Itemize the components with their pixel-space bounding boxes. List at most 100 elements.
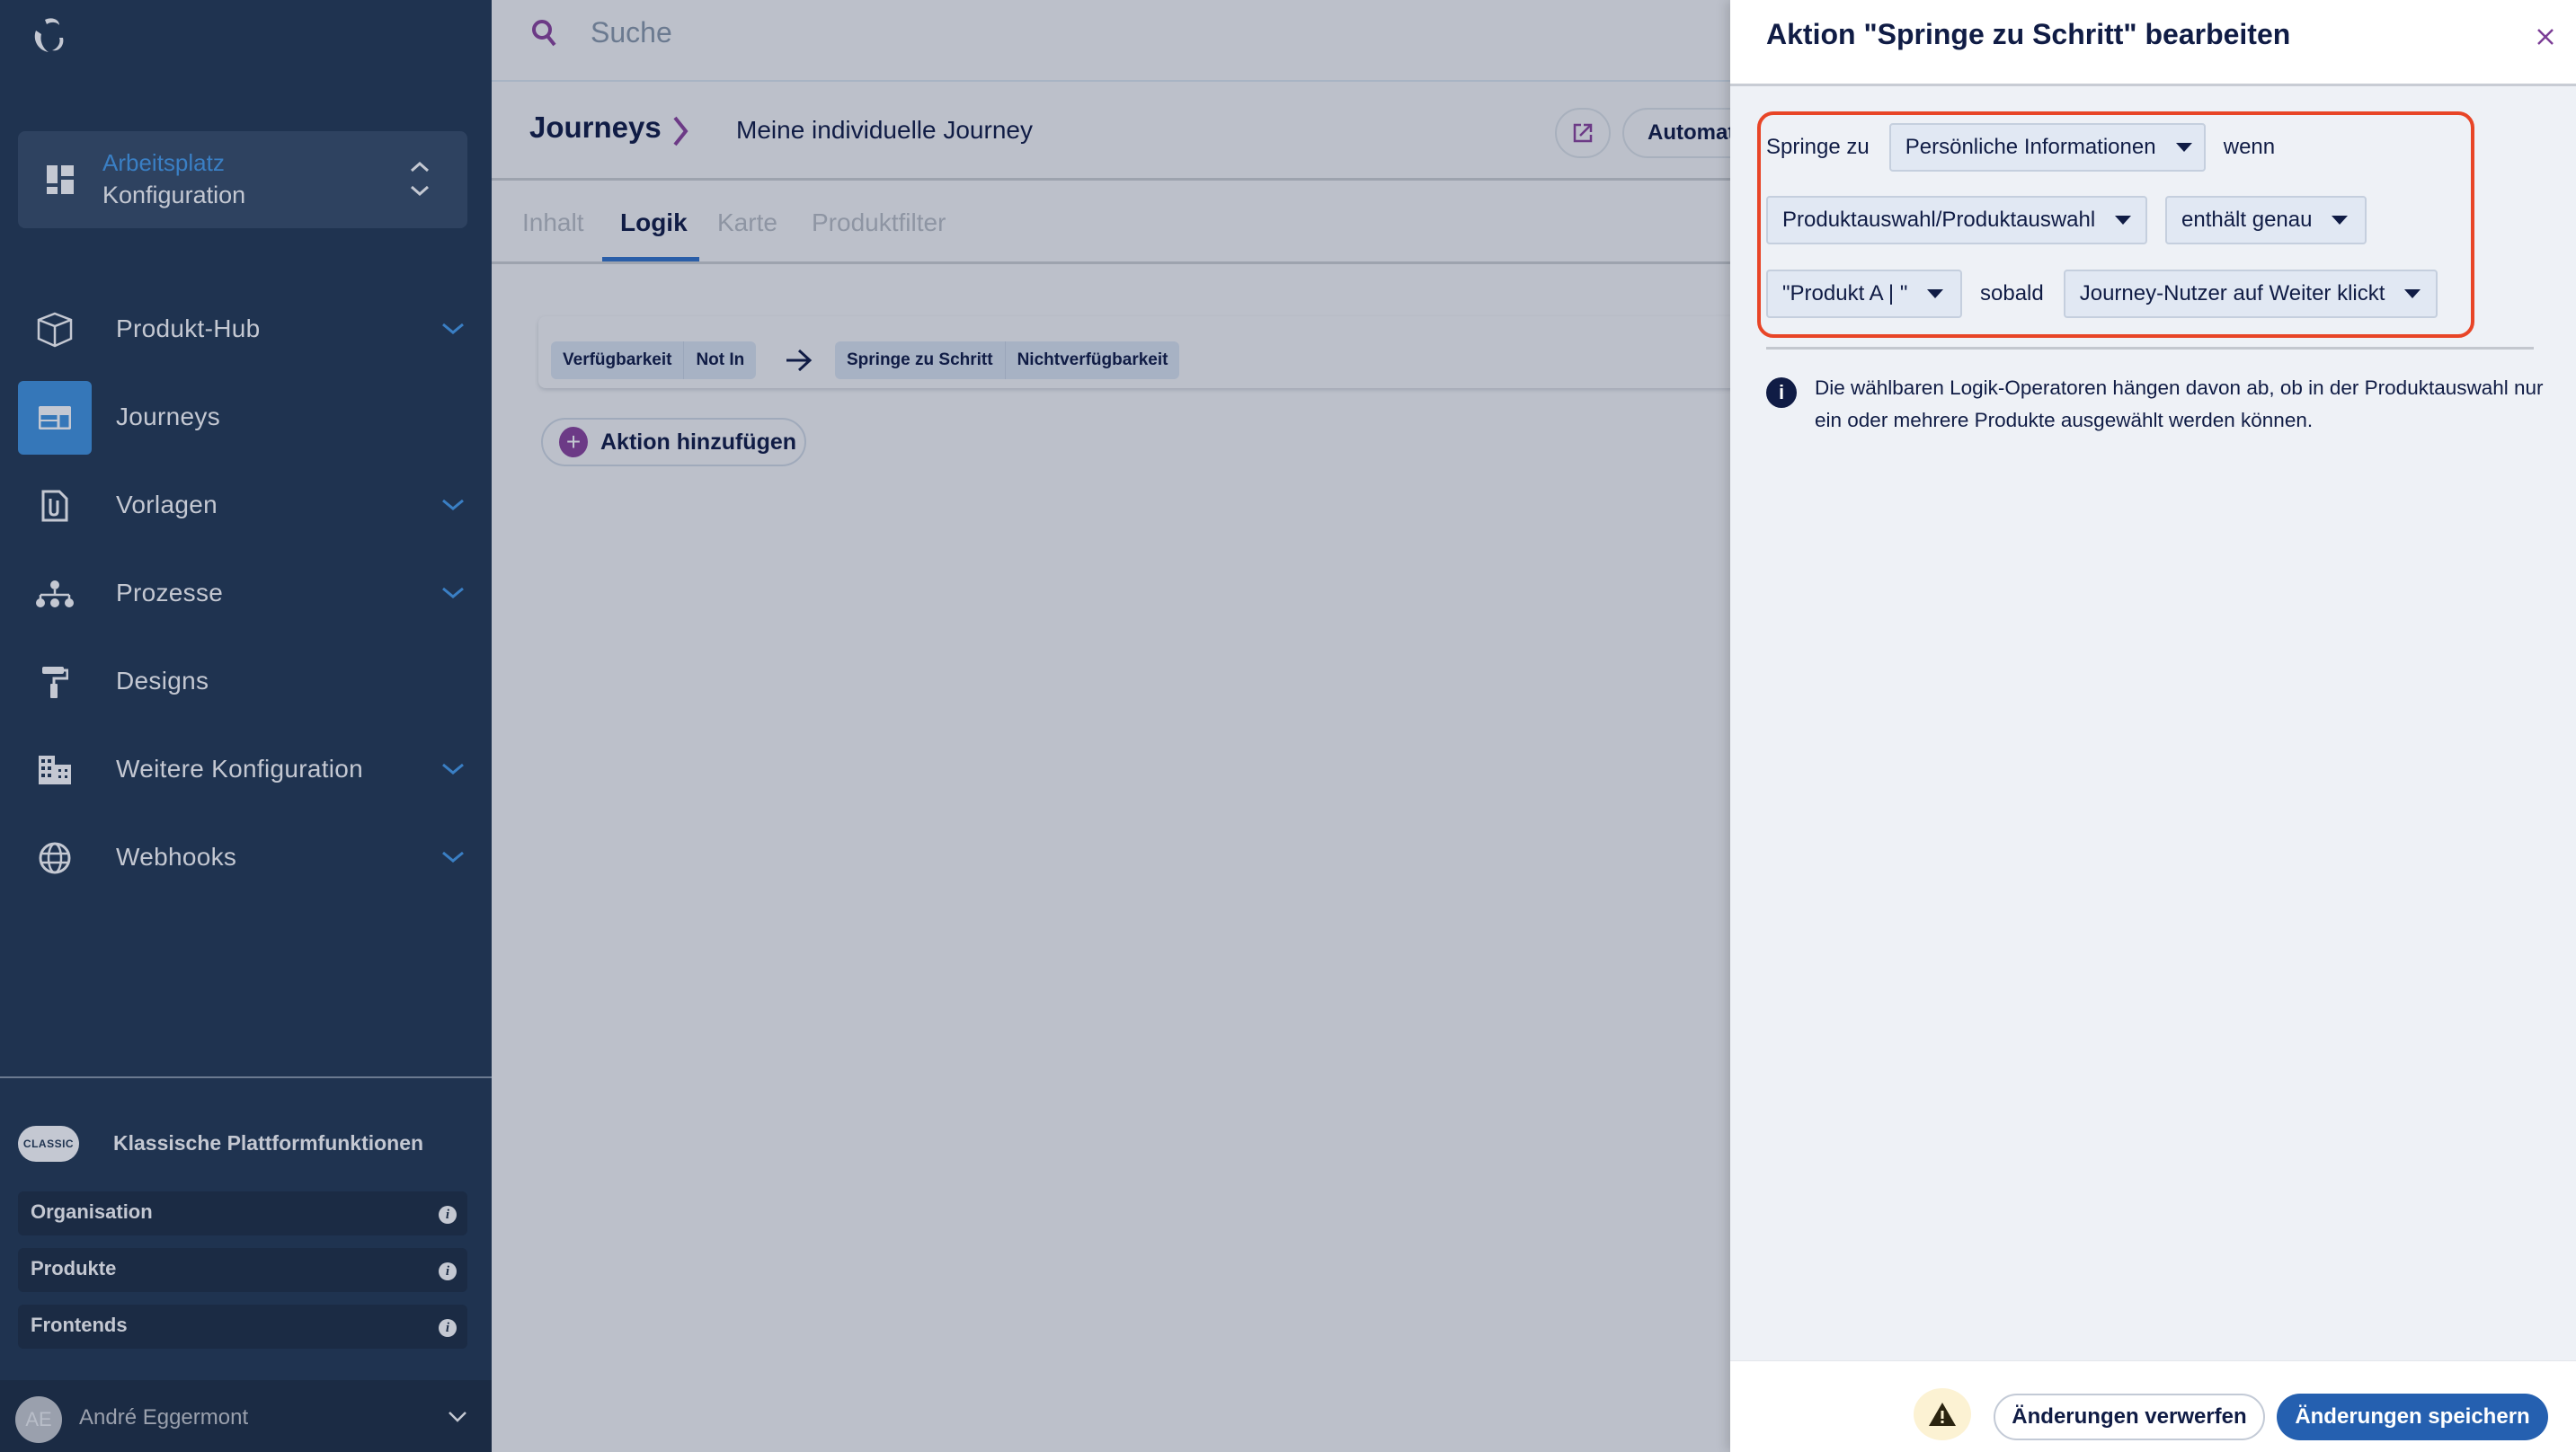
arrow-right-icon	[786, 349, 813, 372]
classic-item-frontends[interactable]: Frontends i	[18, 1305, 467, 1349]
target-step-value: Persönliche Informationen	[1905, 135, 2156, 159]
cube-icon	[37, 312, 73, 348]
chevron-down-icon[interactable]	[440, 320, 466, 338]
tab-bar: Inhalt Logik Karte Produktfilter	[492, 183, 1730, 264]
info-icon[interactable]: i	[439, 1319, 457, 1337]
journey-layout-icon	[39, 406, 71, 429]
sidebar-item-label: Journeys	[116, 403, 221, 430]
classic-list: Organisation i Produkte i Frontends i	[18, 1191, 467, 1361]
tab-inhalt[interactable]: Inhalt	[522, 208, 584, 237]
classic-item-label: Produkte	[31, 1257, 117, 1279]
search-input[interactable]	[591, 13, 1130, 52]
add-action-label: Aktion hinzufügen	[600, 429, 797, 455]
open-external-button[interactable]	[1555, 108, 1611, 158]
dashboard-icon	[47, 165, 74, 194]
trigger-value: Journey-Nutzer auf Weiter klickt	[2079, 281, 2385, 305]
tab-logik[interactable]: Logik	[620, 208, 688, 237]
discard-changes-button[interactable]: Änderungen verwerfen	[1994, 1394, 2265, 1440]
workspace-switcher[interactable]: Arbeitsplatz Konfiguration	[18, 131, 467, 228]
chevron-down-icon[interactable]	[440, 848, 466, 866]
page-header: Journeys Meine individuelle Journey Auto…	[492, 84, 1802, 181]
sidebar-item-label: Weitere Konfiguration	[116, 755, 364, 783]
save-changes-button[interactable]: Änderungen speichern	[2277, 1394, 2548, 1440]
edit-action-drawer: Aktion "Springe zu Schritt" bearbeiten S…	[1730, 0, 2576, 1452]
info-text: Die wählbaren Logik-Operatoren hängen da…	[1815, 376, 2544, 431]
if-label: wenn	[2223, 135, 2276, 159]
chevron-down-icon[interactable]	[440, 760, 466, 778]
info-icon[interactable]: i	[439, 1206, 457, 1224]
drawer-divider	[1766, 347, 2534, 350]
rule-action-chip: Springe zu Schritt Nichtverfügbarkeit	[835, 341, 1180, 379]
sidebar-item-label: Vorlagen	[116, 491, 218, 518]
classic-item-label: Frontends	[31, 1314, 128, 1336]
chevron-down-icon[interactable]	[440, 584, 466, 602]
caret-down-icon	[2175, 143, 2192, 152]
workspace-title: Arbeitsplatz	[102, 149, 225, 176]
condition-operator: Not In	[683, 341, 756, 379]
classic-item-organisation[interactable]: Organisation i	[18, 1191, 467, 1235]
hierarchy-icon	[36, 580, 74, 607]
operator-select[interactable]: enthält genau	[2165, 196, 2367, 244]
globe-icon	[39, 842, 71, 874]
chevron-down-icon[interactable]	[440, 496, 466, 514]
external-link-icon	[1573, 123, 1593, 143]
form-row-target: Springe zu Persönliche Informationen wen…	[1766, 123, 2275, 172]
classic-item-produkte[interactable]: Produkte i	[18, 1248, 467, 1292]
trigger-select[interactable]: Journey-Nutzer auf Weiter klickt	[2063, 270, 2438, 318]
chevron-right-icon	[673, 116, 688, 146]
sidebar-item-designs[interactable]: Designs	[18, 645, 476, 719]
paint-roller-icon	[42, 667, 68, 698]
sidebar-item-label: Prozesse	[116, 579, 224, 606]
active-tab-indicator	[602, 257, 699, 261]
plus-icon: +	[559, 427, 588, 457]
form-row-condition: Produktauswahl/Produktauswahl enthält ge…	[1766, 196, 2367, 244]
building-icon	[39, 756, 71, 784]
field-select[interactable]: Produktauswahl/Produktauswahl	[1766, 196, 2147, 244]
drawer-header: Aktion "Springe zu Schritt" bearbeiten	[1730, 0, 2576, 86]
sidebar: Arbeitsplatz Konfiguration Produkt-Hub J…	[0, 0, 492, 1452]
drawer-title: Aktion "Springe zu Schritt" bearbeiten	[1766, 18, 2291, 50]
value-select[interactable]: "Produkt A | "	[1766, 270, 1962, 318]
sidebar-item-label: Webhooks	[116, 843, 237, 871]
close-button[interactable]	[2532, 22, 2559, 52]
sidebar-item-journeys[interactable]: Journeys	[18, 381, 476, 455]
sidebar-item-produkt-hub[interactable]: Produkt-Hub	[18, 293, 476, 367]
info-icon[interactable]: i	[439, 1262, 457, 1280]
caret-down-icon	[2115, 216, 2132, 225]
sidebar-item-vorlagen[interactable]: Vorlagen	[18, 469, 476, 543]
field-value: Produktauswahl/Produktauswahl	[1782, 208, 2096, 232]
breadcrumb-root[interactable]: Journeys	[529, 111, 662, 145]
sidebar-item-label: Designs	[116, 667, 209, 695]
tab-produktfilter[interactable]: Produktfilter	[812, 208, 946, 237]
chevron-up-down-icon[interactable]	[406, 156, 433, 203]
info-icon: i	[1766, 377, 1797, 408]
condition-field: Verfügbarkeit	[563, 350, 672, 369]
sidebar-item-prozesse[interactable]: Prozesse	[18, 557, 476, 631]
logic-rule-card[interactable]: Verfügbarkeit Not In Springe zu Schritt …	[538, 316, 1743, 388]
brand-logo-icon[interactable]	[27, 13, 72, 58]
target-step-select[interactable]: Persönliche Informationen	[1888, 123, 2206, 172]
action-type: Springe zu Schritt	[847, 350, 993, 369]
user-name: André Eggermont	[79, 1405, 249, 1430]
close-icon	[2537, 29, 2554, 45]
drawer-footer: Änderungen verwerfen Änderungen speicher…	[1730, 1360, 2576, 1452]
search-icon	[532, 20, 556, 47]
search-bar	[492, 0, 1730, 82]
avatar: AE	[15, 1396, 62, 1443]
rule-condition-chip: Verfügbarkeit Not In	[551, 341, 757, 379]
add-action-button[interactable]: + Aktion hinzufügen	[541, 418, 806, 466]
workspace-subtitle: Konfiguration	[102, 182, 246, 208]
chevron-down-icon[interactable]	[448, 1411, 467, 1423]
classic-badge: CLASSIC	[18, 1126, 79, 1162]
main-navigation: Produkt-Hub Journeys Vorlagen Prozesse D…	[18, 293, 476, 909]
action-target: Nichtverfügbarkeit	[1004, 341, 1180, 379]
user-menu[interactable]: AE André Eggermont	[0, 1380, 492, 1452]
value-value: "Produkt A | "	[1782, 281, 1908, 305]
caret-down-icon	[2332, 216, 2349, 225]
operator-value: enthält genau	[2181, 208, 2313, 232]
caret-down-icon	[1927, 289, 1944, 298]
tab-karte[interactable]: Karte	[717, 208, 777, 237]
classic-section-title: Klassische Plattformfunktionen	[113, 1131, 424, 1155]
sidebar-item-weitere-konfiguration[interactable]: Weitere Konfiguration	[18, 733, 476, 807]
sidebar-item-webhooks[interactable]: Webhooks	[18, 821, 476, 895]
